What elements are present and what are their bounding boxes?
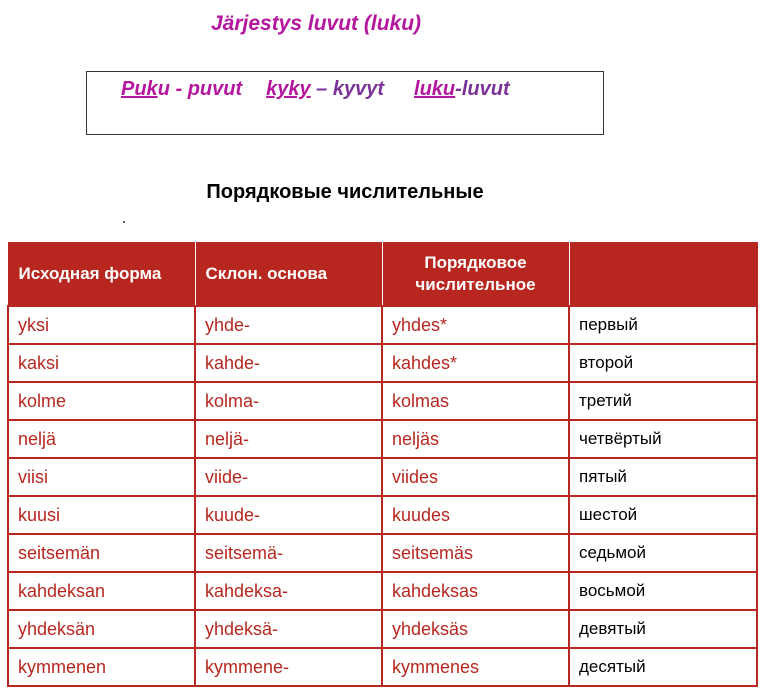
cell-translation: первый (568, 305, 758, 345)
example-box: Puku - puvut kyky – kyvyt luku-luvut (86, 71, 604, 135)
cell-translation: седьмой (568, 533, 758, 573)
example-separator: - (169, 78, 188, 100)
header-ordinal: Порядковое числительное (381, 242, 570, 307)
table-row: kuusi kuude-kuudes шестой (7, 495, 758, 535)
example-stem: luku (414, 78, 456, 100)
table-row: yksi yhde-yhdes* первый (7, 305, 758, 345)
cell-ordinal: yhdeksäs (381, 609, 570, 649)
stray-dot (123, 221, 125, 223)
cell-ordinal: neljäs (381, 419, 570, 459)
cell-base-form: kahdeksan (7, 571, 196, 611)
cell-ordinal: kuudes (381, 495, 570, 535)
table-row: yhdeksän yhdeksä-yhdeksäs девятый (7, 609, 758, 649)
cell-stem: yhdeksä- (194, 609, 383, 649)
cell-base-form: kaksi (7, 343, 196, 383)
cell-translation: шестой (568, 495, 758, 535)
table-row: seitsemän seitsemä-seitsemäs седьмой (7, 533, 758, 573)
cell-stem: kolma- (194, 381, 383, 421)
cell-ordinal: kolmas (381, 381, 570, 421)
cell-ordinal: viides (381, 457, 570, 497)
table-header-row: Исходная форма Склон. основа Порядковое … (7, 242, 758, 307)
example-ending: u (157, 78, 170, 100)
section-title: Порядковые числительные (206, 181, 484, 203)
table-row: kaksi kahde-kahdes* второй (7, 343, 758, 383)
cell-translation: восьмой (568, 571, 758, 611)
example-plural: puvut (187, 78, 243, 100)
cell-ordinal: yhdes* (381, 305, 570, 345)
cell-translation: девятый (568, 609, 758, 649)
cell-stem: kuude- (194, 495, 383, 535)
example-luku: luku-luvut (414, 78, 510, 101)
cell-stem: kahdeksa- (194, 571, 383, 611)
header-translation (568, 242, 758, 307)
example-kyky: kyky – kyvyt (266, 78, 384, 101)
example-separator: – (310, 78, 333, 100)
cell-base-form: neljä (7, 419, 196, 459)
cell-stem: yhde- (194, 305, 383, 345)
table-row: neljä neljä-neljäs четвёртый (7, 419, 758, 459)
example-plural: kyvyt (332, 78, 385, 100)
cell-stem: seitsemä- (194, 533, 383, 573)
header-base-form: Исходная форма (7, 242, 196, 307)
cell-translation: третий (568, 381, 758, 421)
cell-base-form: kuusi (7, 495, 196, 535)
cell-ordinal: kymmenes (381, 647, 570, 687)
ordinal-numbers-table: Исходная форма Склон. основа Порядковое … (7, 242, 758, 687)
table-row: kymmenen kymmene-kymmenes десятый (7, 647, 758, 687)
cell-base-form: yksi (7, 305, 196, 345)
cell-translation: десятый (568, 647, 758, 687)
cell-base-form: kymmenen (7, 647, 196, 687)
cell-stem: neljä- (194, 419, 383, 459)
table-row: viisi viide-viides пятый (7, 457, 758, 497)
cell-ordinal: seitsemäs (381, 533, 570, 573)
page-title: Järjestys luvut (luku) (210, 12, 422, 35)
cell-base-form: yhdeksän (7, 609, 196, 649)
cell-stem: kymmene- (194, 647, 383, 687)
cell-base-form: kolme (7, 381, 196, 421)
example-stem: Puk (121, 78, 158, 100)
table-body: yksi yhde-yhdes* первый kaksi kahde-kahdes* в… (7, 305, 758, 687)
cell-base-form: viisi (7, 457, 196, 497)
table-row: kolme kolma-kolmas третий (7, 381, 758, 421)
cell-translation: второй (568, 343, 758, 383)
cell-base-form: seitsemän (7, 533, 196, 573)
cell-translation: пятый (568, 457, 758, 497)
cell-ordinal: kahdeksas (381, 571, 570, 611)
example-separator: - (455, 78, 462, 100)
example-plural: luvut (461, 78, 510, 100)
example-puku: Puku - puvut (121, 78, 242, 101)
cell-translation: четвёртый (568, 419, 758, 459)
table-row: kahdeksan kahdeksa-kahdeksas восьмой (7, 571, 758, 611)
header-stem: Склон. основа (194, 242, 383, 307)
cell-ordinal: kahdes* (381, 343, 570, 383)
cell-stem: kahde- (194, 343, 383, 383)
examples-line: Puku - puvut kyky – kyvyt luku-luvut (121, 78, 510, 101)
example-stem: kyky (266, 78, 311, 100)
cell-stem: viide- (194, 457, 383, 497)
